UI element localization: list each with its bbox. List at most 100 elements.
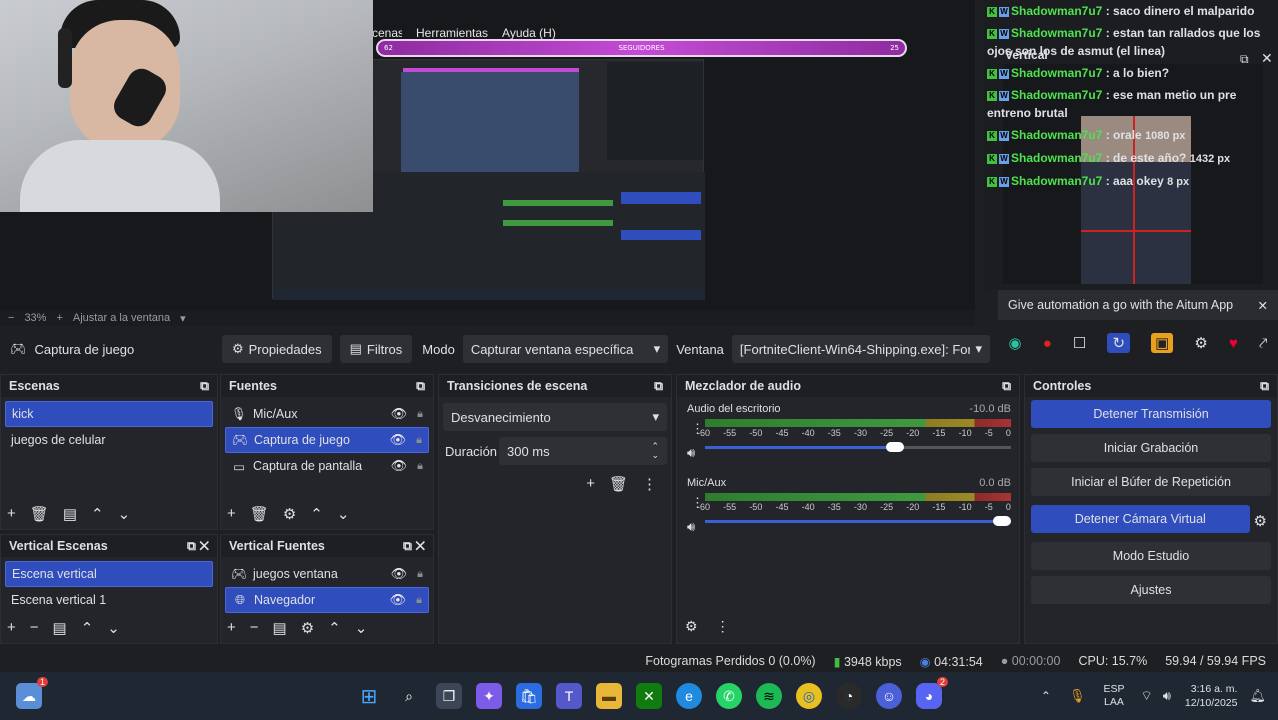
eye-icon[interactable]: 👁︎ bbox=[391, 458, 408, 474]
speaker-icon[interactable]: 🔊︎ bbox=[687, 445, 695, 461]
heart-icon[interactable]: ♥ bbox=[1229, 335, 1238, 352]
eye-icon[interactable]: 👁︎ bbox=[391, 406, 408, 422]
chrome-icon[interactable]: ◎ bbox=[796, 683, 822, 709]
fit-window-button[interactable]: Ajustar a la ventana bbox=[73, 312, 170, 324]
start-replay-buffer-button[interactable]: Iniciar el Búfer de Repetición bbox=[1031, 468, 1271, 496]
chevron-up-icon[interactable]: ⌃ bbox=[328, 619, 341, 637]
start-recording-button[interactable]: Iniciar Grabación bbox=[1031, 434, 1271, 462]
scene-item[interactable]: Escena vertical bbox=[5, 561, 213, 587]
volume-slider[interactable] bbox=[705, 516, 1011, 526]
chevron-down-icon[interactable]: ▾ bbox=[180, 312, 186, 325]
float-dock-icon[interactable]: ⧉ bbox=[416, 379, 425, 394]
zoom-out-button[interactable]: − bbox=[8, 312, 14, 324]
remove-icon[interactable]: − bbox=[250, 619, 259, 637]
trash-icon[interactable]: 🗑︎ bbox=[250, 505, 269, 523]
edge-icon[interactable]: e bbox=[676, 683, 702, 709]
widgets-icon[interactable]: ☁ 1 bbox=[16, 677, 48, 709]
obs-preview[interactable]: cenas Herramientas Ayuda (H) 62 SEGUIDOR… bbox=[0, 0, 975, 310]
chevron-down-icon[interactable]: ⌄ bbox=[337, 505, 350, 523]
properties-button[interactable]: ⚙ Propiedades bbox=[221, 335, 332, 363]
stop-streaming-button[interactable]: Detener Transmisión bbox=[1031, 400, 1271, 428]
messenger-icon[interactable]: ☺ bbox=[876, 683, 902, 709]
add-icon[interactable]: + bbox=[7, 505, 16, 523]
transition-select[interactable]: Desvanecimiento ▾ bbox=[443, 403, 667, 431]
folder-icon[interactable]: ▬ bbox=[596, 683, 622, 709]
filters-button[interactable]: ▤ Filtros bbox=[339, 335, 413, 363]
eye-icon[interactable]: 👁︎ bbox=[391, 566, 408, 582]
eye-icon[interactable]: 👁︎ bbox=[390, 592, 407, 608]
add-icon[interactable]: + bbox=[227, 619, 236, 637]
teams-icon[interactable]: T bbox=[556, 683, 582, 709]
float-dock-icon[interactable]: ⧉ bbox=[1002, 379, 1011, 394]
whatsapp-icon[interactable]: ✆ bbox=[716, 683, 742, 709]
float-dock-icon[interactable]: ⧉ bbox=[187, 539, 196, 553]
volume-slider[interactable] bbox=[705, 442, 1011, 452]
volume-icon[interactable]: 🔊︎ bbox=[1163, 688, 1171, 704]
more-icon[interactable]: ⋮ bbox=[642, 475, 657, 493]
source-item[interactable]: ▭ Captura de pantalla 👁︎ 🔒︎ bbox=[225, 453, 429, 479]
mode-select[interactable]: Capturar ventana específica ▾ bbox=[462, 335, 669, 363]
add-icon[interactable]: + bbox=[7, 619, 16, 637]
copilot-icon[interactable]: ✦ bbox=[476, 683, 502, 709]
gear-icon[interactable]: ⚙ bbox=[283, 505, 296, 523]
scene-item[interactable]: kick bbox=[5, 401, 213, 427]
scene-item[interactable]: Escena vertical 1 bbox=[5, 587, 213, 613]
gear-icon[interactable]: ⚙ bbox=[1194, 334, 1207, 352]
lock-icon[interactable]: 🔒︎ bbox=[416, 434, 422, 447]
clock[interactable]: 3:16 a. m. 12/10/2025 bbox=[1185, 682, 1238, 710]
task-view-icon[interactable]: ❐ bbox=[436, 683, 462, 709]
source-item[interactable]: 🎮︎ juegos ventana 👁︎ 🔒︎ bbox=[225, 561, 429, 587]
refresh-icon[interactable]: ↻ bbox=[1107, 333, 1131, 353]
lock-icon[interactable]: 🔒︎ bbox=[417, 408, 423, 421]
volume-slider-knob[interactable] bbox=[993, 516, 1011, 526]
xbox-icon[interactable]: ✕ bbox=[636, 683, 662, 709]
window-select[interactable]: [FortniteClient-Win64-Shipping.exe]: For… bbox=[731, 335, 990, 363]
search-icon[interactable]: ⌕ bbox=[396, 683, 422, 709]
source-item[interactable]: 🎙︎ Mic/Aux 👁︎ 🔒︎ bbox=[225, 401, 429, 427]
add-icon[interactable]: + bbox=[227, 505, 236, 523]
chevron-up-icon[interactable]: ⌃ bbox=[91, 505, 104, 523]
stepper-arrows-icon[interactable]: ⌃ ⌄ bbox=[651, 442, 659, 460]
chevron-up-icon[interactable]: ⌃ bbox=[81, 619, 94, 637]
gear-icon[interactable]: ⚙ bbox=[301, 619, 314, 637]
close-icon[interactable]: ✕ bbox=[1261, 50, 1273, 67]
close-icon[interactable]: ✕ bbox=[199, 539, 209, 553]
float-dock-icon[interactable]: ⧉ bbox=[200, 379, 209, 394]
replay-icon[interactable]: ▣ bbox=[1151, 333, 1174, 353]
chevron-down-icon[interactable]: ⌄ bbox=[118, 505, 131, 523]
zoom-in-button[interactable]: + bbox=[56, 312, 62, 324]
trash-icon[interactable]: 🗑︎ bbox=[609, 475, 628, 493]
source-item[interactable]: 🌐︎ Navegador 👁︎ 🔒︎ bbox=[225, 587, 429, 613]
more-icon[interactable]: ⋮ bbox=[691, 495, 704, 511]
lock-icon[interactable]: 🔒︎ bbox=[417, 460, 423, 473]
advanced-audio-icon[interactable]: ⚙ bbox=[685, 618, 698, 635]
close-icon[interactable]: ✕ bbox=[1258, 298, 1268, 313]
share-icon[interactable]: ⤤ bbox=[1259, 335, 1267, 352]
more-icon[interactable]: ⋮ bbox=[691, 421, 704, 437]
microphone-icon[interactable]: 🎙︎ bbox=[1069, 688, 1086, 704]
obs-icon[interactable]: ◔ bbox=[836, 683, 862, 709]
scene-item[interactable]: juegos de celular bbox=[5, 427, 213, 453]
filter-icon[interactable]: ▤ bbox=[63, 505, 77, 523]
lock-icon[interactable]: 🔒︎ bbox=[417, 568, 423, 581]
stop-virtual-camera-button[interactable]: Detener Cámara Virtual bbox=[1031, 505, 1250, 533]
chevron-down-icon[interactable]: ⌄ bbox=[355, 619, 368, 637]
chevron-down-icon[interactable]: ⌄ bbox=[107, 619, 120, 637]
spotify-icon[interactable]: ≋ bbox=[756, 683, 782, 709]
notifications-icon[interactable]: 🔔︎ bbox=[1249, 688, 1266, 704]
language-indicator[interactable]: ESP LAA bbox=[1103, 683, 1124, 709]
aitum-banner[interactable]: Give automation a go with the Aitum App … bbox=[998, 290, 1278, 320]
add-icon[interactable]: + bbox=[586, 475, 595, 493]
discord-icon[interactable]: ◕ 2 bbox=[916, 677, 948, 709]
chevron-up-icon[interactable]: ⌃ bbox=[310, 505, 323, 523]
more-icon[interactable]: ⋮ bbox=[716, 618, 730, 635]
float-dock-icon[interactable]: ⧉ bbox=[1240, 52, 1249, 67]
eye-icon[interactable]: 👁︎ bbox=[390, 432, 407, 448]
studio-mode-button[interactable]: Modo Estudio bbox=[1031, 542, 1271, 570]
float-dock-icon[interactable]: ⧉ bbox=[1260, 379, 1269, 394]
volume-slider-knob[interactable] bbox=[885, 442, 904, 452]
speaker-icon[interactable]: 🔊︎ bbox=[687, 519, 695, 535]
wifi-icon[interactable]: ⌔ bbox=[1140, 688, 1152, 704]
float-dock-icon[interactable]: ⧉ bbox=[403, 539, 412, 553]
float-dock-icon[interactable]: ⧉ bbox=[654, 379, 663, 394]
